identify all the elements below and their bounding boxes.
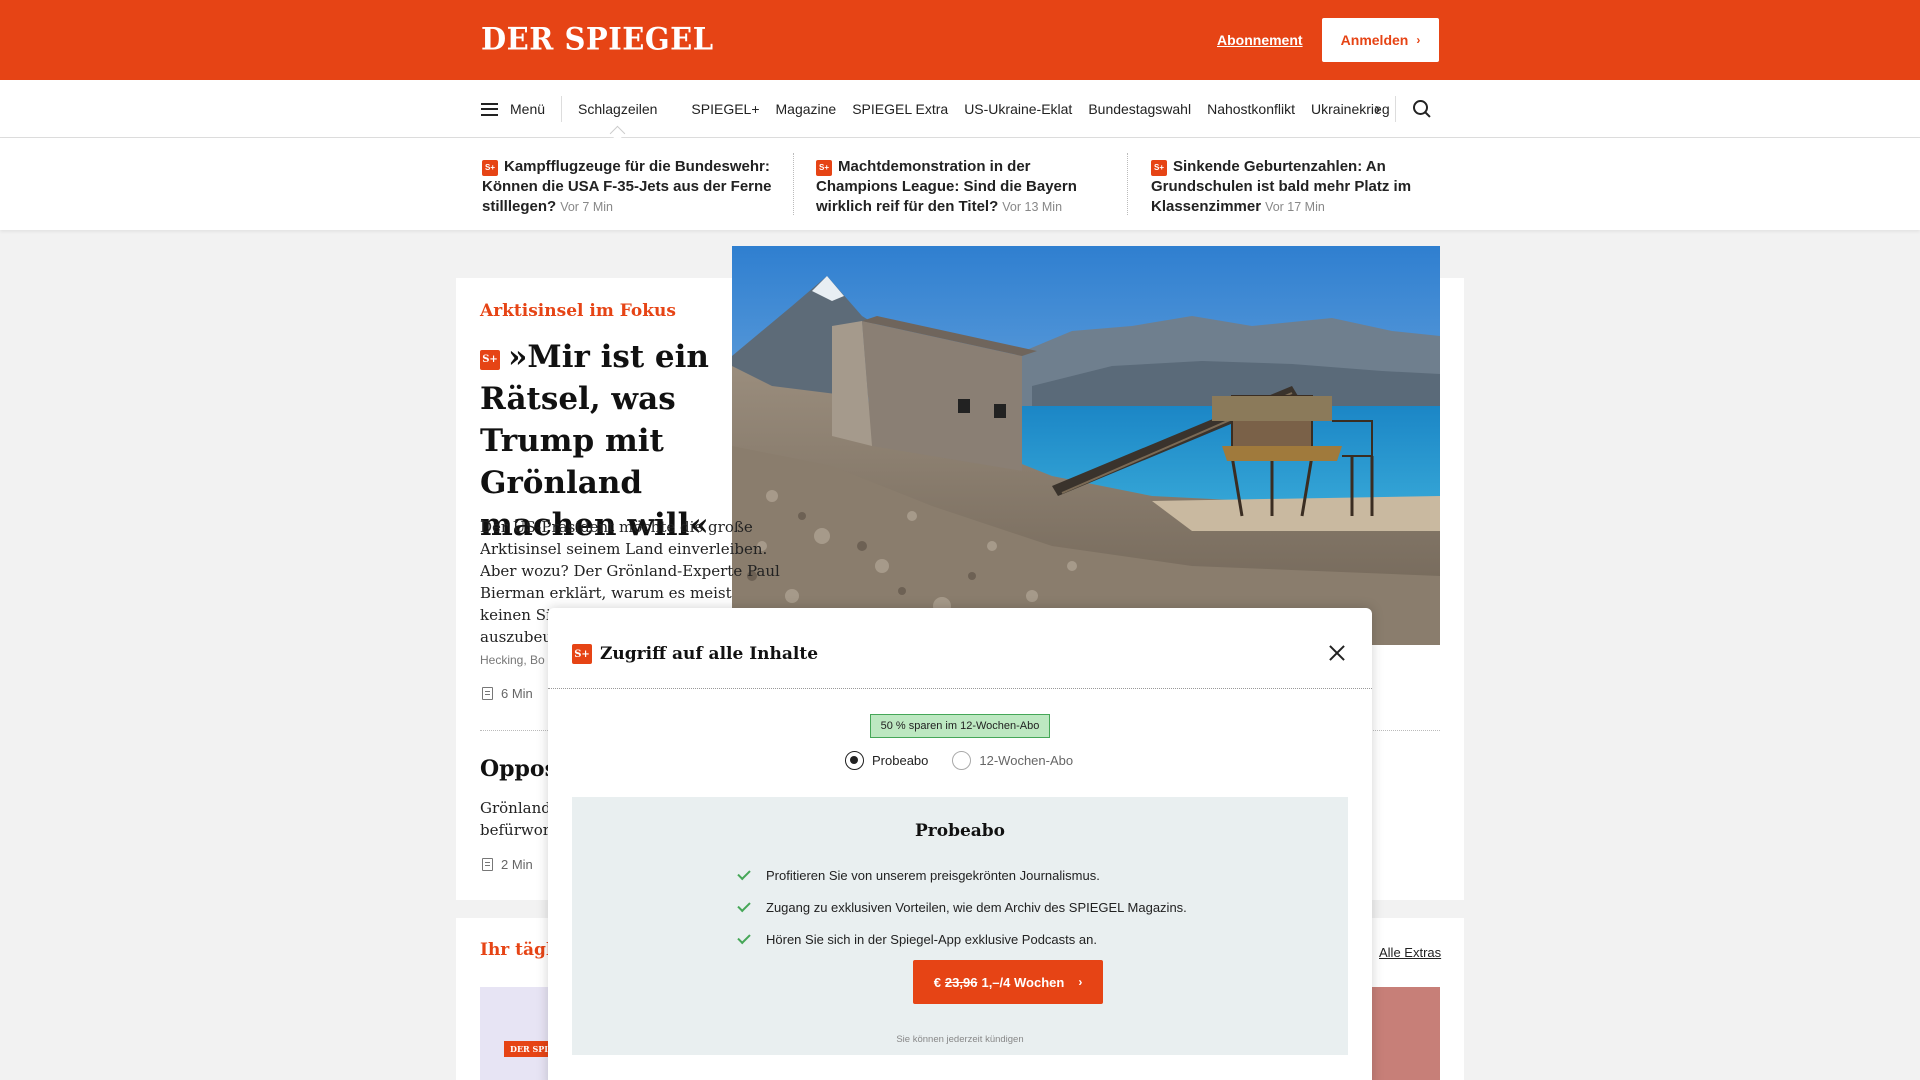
radio-label: Probeabo bbox=[872, 753, 929, 768]
check-icon bbox=[737, 866, 751, 880]
nav-item-spiegel-extra[interactable]: SPIEGEL Extra bbox=[852, 101, 948, 117]
spiegel-plus-icon: S+ bbox=[816, 160, 832, 176]
modal-title: S+ Zugriff auf alle Inhalte bbox=[572, 644, 818, 664]
ticker-time: Vor 7 Min bbox=[560, 200, 613, 214]
login-button[interactable]: Anmelden › bbox=[1322, 18, 1439, 62]
menu-label: Menü bbox=[510, 101, 546, 117]
headline-ticker: S+ Kampfflugzeuge für die Bundeswehr: Kön… bbox=[0, 138, 1920, 230]
ticker-time: Vor 13 Min bbox=[1002, 200, 1063, 214]
document-icon bbox=[482, 687, 493, 700]
read-time: 2 Min bbox=[482, 857, 533, 872]
ticker-divider bbox=[1127, 153, 1128, 215]
cta-old-price: 23,96 bbox=[944, 974, 978, 990]
modal-title-text: Zugriff auf alle Inhalte bbox=[600, 644, 819, 664]
headline-text: »Mir ist ein Rätsel, was Trump mit Grönl… bbox=[480, 339, 709, 543]
feature-text: Profitieren Sie von unserem preisgekrönt… bbox=[766, 867, 1100, 883]
plan-selector: Probeabo 12-Wochen-Abo bbox=[845, 751, 1073, 770]
feature-list: Profitieren Sie von unserem preisgekrönt… bbox=[737, 859, 1187, 955]
chevron-right-icon: › bbox=[1416, 33, 1421, 47]
savings-badge: 50 % sparen im 12-Wochen-Abo bbox=[870, 714, 1050, 738]
nav-item-nahostkonflikt[interactable]: Nahostkonflikt bbox=[1207, 101, 1295, 117]
chevron-right-icon: › bbox=[1078, 975, 1083, 989]
ticker-divider bbox=[793, 153, 794, 215]
teaser-line: Grönland befürwort bbox=[480, 799, 550, 839]
hero-image-greenland-mine[interactable] bbox=[732, 246, 1440, 645]
nav-item-spiegel-plus[interactable]: SPIEGEL+ bbox=[691, 101, 759, 117]
radio-probeabo[interactable]: Probeabo bbox=[845, 751, 928, 770]
spiegel-plus-icon: S+ bbox=[572, 644, 592, 664]
nav-item-us-ukraine-eklat[interactable]: US-Ukraine-Eklat bbox=[964, 101, 1072, 117]
read-time-text: 6 Min bbox=[501, 686, 533, 701]
check-icon bbox=[737, 930, 751, 944]
nav-item-magazine[interactable]: Magazine bbox=[776, 101, 837, 117]
cta-new-price: 1,–/4 Wochen bbox=[981, 974, 1065, 990]
cancel-note: Sie können jederzeit kündigen bbox=[896, 1034, 1024, 1045]
read-time: 6 Min bbox=[482, 686, 533, 701]
radio-12-wochen-abo[interactable]: 12-Wochen-Abo bbox=[952, 751, 1073, 770]
extra-teaser-image[interactable] bbox=[1370, 987, 1440, 1080]
nav-scroll-right-button[interactable]: › bbox=[1360, 96, 1396, 122]
subscribe-button[interactable]: € 23,96 1,–/4 Wochen › bbox=[913, 960, 1103, 1004]
article-byline: Hecking, Bo bbox=[480, 653, 545, 667]
ticker-title: Kampfflugzeuge für die Bundeswehr: Könne… bbox=[482, 158, 772, 215]
modal-divider bbox=[548, 688, 1372, 689]
top-header: DER SPIEGEL Abonnement Anmelden › bbox=[0, 0, 1920, 80]
offer-box: Probeabo Profitieren Sie von unserem pre… bbox=[572, 797, 1348, 1055]
all-extras-link[interactable]: Alle Extras bbox=[1379, 945, 1441, 960]
search-icon[interactable] bbox=[1412, 99, 1432, 119]
radio-selected-icon bbox=[845, 751, 864, 770]
close-icon[interactable] bbox=[1326, 642, 1348, 664]
feature-text: Zugang zu exklusiven Vorteilen, wie dem … bbox=[766, 899, 1187, 915]
paywall-modal: S+ Zugriff auf alle Inhalte 50 % sparen … bbox=[548, 608, 1372, 1080]
article-headline[interactable]: S+ »Mir ist ein Rätsel, was Trump mit Grö… bbox=[480, 336, 780, 546]
feature-item: Zugang zu exklusiven Vorteilen, wie dem … bbox=[737, 891, 1187, 923]
subscription-link[interactable]: Abonnement bbox=[1217, 32, 1303, 48]
nav-item-schlagzeilen[interactable]: Schlagzeilen bbox=[578, 101, 675, 117]
check-icon bbox=[737, 898, 751, 912]
read-time-text: 2 Min bbox=[501, 857, 533, 872]
second-article-headline[interactable]: Opposition bbox=[480, 756, 548, 782]
ticker-item[interactable]: S+ Kampfflugzeuge für die Bundeswehr: Kön… bbox=[482, 157, 782, 217]
spiegel-plus-icon: S+ bbox=[482, 160, 498, 176]
feature-item: Hören Sie sich in der Spiegel-App exklus… bbox=[737, 923, 1187, 955]
main-navigation: Menü Schlagzeilen SPIEGEL+ Magazine SPIE… bbox=[0, 80, 1920, 138]
hamburger-icon bbox=[481, 102, 498, 116]
offer-title: Probeabo bbox=[914, 821, 1006, 841]
ticker-time: Vor 17 Min bbox=[1265, 200, 1325, 214]
article-kicker[interactable]: Arktisinsel im Fokus bbox=[480, 301, 676, 321]
spiegel-plus-icon: S+ bbox=[1151, 160, 1167, 176]
chevron-right-icon: › bbox=[1374, 99, 1381, 119]
second-article-teaser[interactable]: Grönland befürwort bbox=[480, 797, 550, 841]
ticker-item[interactable]: S+ Machtdemonstration in der Champions Le… bbox=[816, 157, 1116, 217]
spiegel-plus-icon: S+ bbox=[480, 350, 500, 370]
document-icon bbox=[482, 858, 493, 871]
feature-text: Hören Sie sich in der Spiegel-App exklus… bbox=[766, 931, 1097, 947]
radio-unselected-icon bbox=[952, 751, 972, 770]
spiegel-logo[interactable]: DER SPIEGEL bbox=[481, 21, 714, 57]
radio-label: 12-Wochen-Abo bbox=[979, 753, 1074, 768]
cta-currency: € bbox=[933, 974, 941, 990]
ticker-item[interactable]: S+ Sinkende Geburtenzahlen: An Grundschul… bbox=[1151, 157, 1451, 217]
nav-item-bundestagswahl[interactable]: Bundestagswahl bbox=[1088, 101, 1191, 117]
feature-item: Profitieren Sie von unserem preisgekrönt… bbox=[737, 859, 1187, 891]
menu-button[interactable]: Menü bbox=[481, 96, 563, 122]
login-button-label: Anmelden bbox=[1340, 32, 1409, 48]
